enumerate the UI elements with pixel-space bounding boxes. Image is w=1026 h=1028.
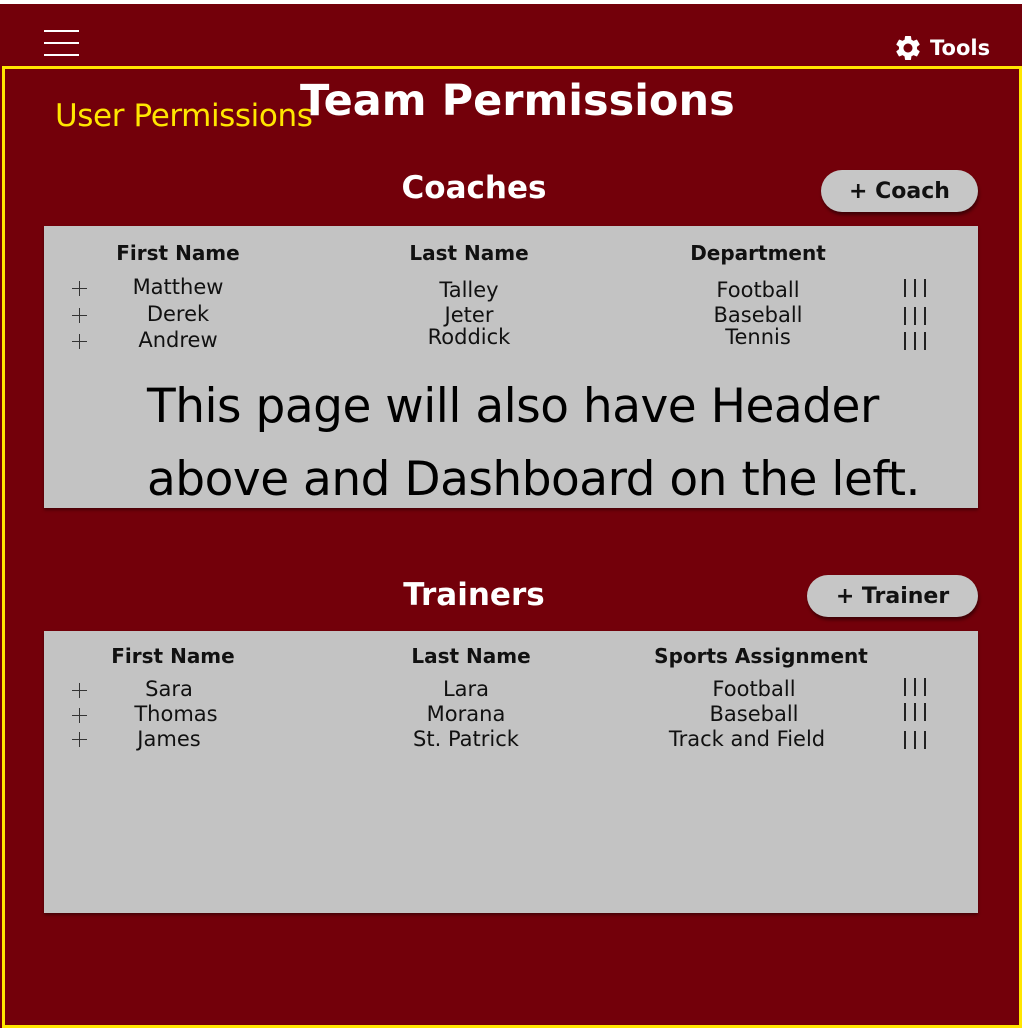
- add-trainer-button[interactable]: + Trainer: [807, 575, 978, 617]
- last-name-cell: Roddick: [427, 325, 511, 349]
- gear-icon: [896, 35, 920, 60]
- last-name-cell: Morana: [426, 702, 506, 726]
- coaches-title: Coaches: [401, 170, 547, 206]
- department-cell: Tennis: [725, 325, 791, 349]
- drag-handle-icon[interactable]: [904, 307, 926, 325]
- department-cell: Football: [716, 278, 800, 302]
- drag-handle-icon[interactable]: [904, 279, 926, 297]
- first-name-cell: Andrew: [138, 328, 218, 352]
- tools-label: Tools: [930, 36, 991, 60]
- column-header-department: Department: [690, 241, 826, 265]
- app-window: Tools User Permissions Team Permissions …: [0, 4, 1022, 1028]
- coaches-table: First Name Last Name Department Matthew …: [44, 226, 978, 508]
- last-name-cell: Lara: [442, 677, 490, 701]
- sports-assignment-cell: Track and Field: [668, 727, 826, 751]
- add-coach-button[interactable]: + Coach: [821, 170, 978, 212]
- column-header-last-name: Last Name: [409, 241, 529, 265]
- expand-icon[interactable]: [71, 307, 89, 325]
- hamburger-menu-icon[interactable]: [44, 30, 79, 58]
- last-name-cell: Jeter: [444, 303, 494, 327]
- first-name-cell: Sara: [145, 677, 193, 701]
- user-permissions-label: User Permissions: [55, 98, 313, 134]
- expand-icon[interactable]: [71, 333, 89, 351]
- column-header-last-name: Last Name: [411, 644, 531, 668]
- first-name-cell: Matthew: [132, 275, 224, 299]
- last-name-cell: Talley: [439, 278, 499, 302]
- drag-handle-icon[interactable]: [904, 332, 926, 350]
- column-header-first-name: First Name: [111, 644, 235, 668]
- last-name-cell: St. Patrick: [413, 727, 519, 751]
- column-header-sports-assignment: Sports Assignment: [654, 644, 868, 668]
- sports-assignment-cell: Football: [712, 677, 796, 701]
- department-cell: Baseball: [713, 303, 803, 327]
- sports-assignment-cell: Baseball: [709, 702, 799, 726]
- column-header-first-name: First Name: [116, 241, 240, 265]
- first-name-cell: Thomas: [134, 702, 218, 726]
- drag-handle-icon[interactable]: [904, 731, 926, 749]
- page-title: Team Permissions: [300, 76, 735, 126]
- drag-handle-icon[interactable]: [904, 703, 926, 721]
- tools-button[interactable]: Tools: [893, 32, 990, 64]
- drag-handle-icon[interactable]: [904, 678, 926, 696]
- expand-icon[interactable]: [71, 280, 89, 298]
- first-name-cell: Derek: [146, 302, 210, 326]
- trainers-title: Trainers: [403, 577, 545, 613]
- trainers-table: First Name Last Name Sports Assignment S…: [44, 631, 978, 913]
- first-name-cell: James: [137, 727, 201, 751]
- expand-icon[interactable]: [71, 707, 89, 725]
